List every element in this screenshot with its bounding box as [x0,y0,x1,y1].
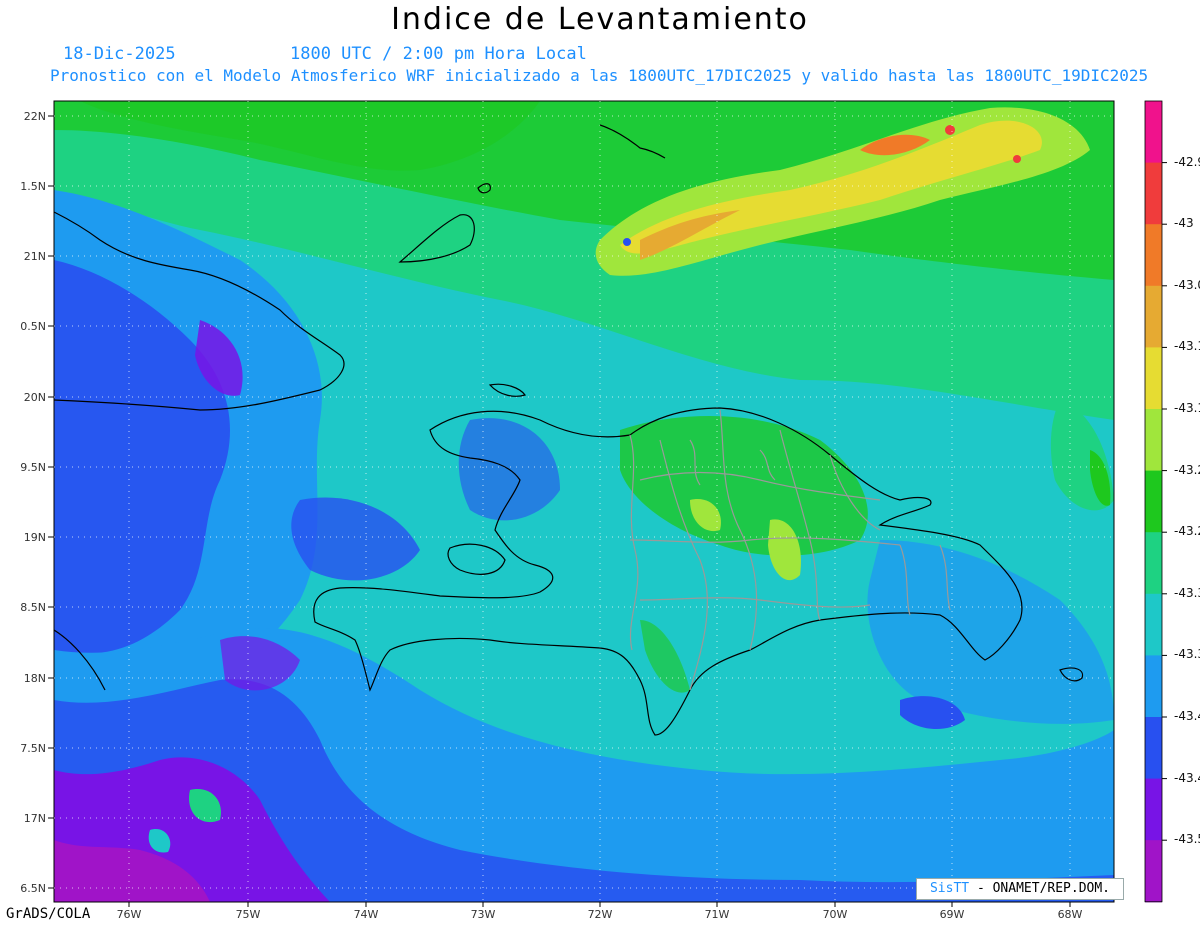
legend-label: -43 [1174,216,1194,231]
lon-tick-label: 70W [823,908,848,921]
lat-tick-label: 1.5N [20,180,46,193]
legend-label: -43.2 [1174,524,1200,539]
longitude-ticks: 76W 75W 74W 73W 72W 71W 70W 69W 68W [117,902,1083,921]
legend-swatch [1145,655,1162,718]
legend-label: -43.5 [1174,832,1200,847]
legend-swatch [1145,101,1162,164]
legend-swatch [1145,593,1162,656]
lat-tick-label: 9.5N [20,461,46,474]
lat-tick-label: 17N [24,812,46,825]
legend-swatch [1145,840,1162,903]
lon-tick-label: 74W [354,908,379,921]
legend-swatch [1145,285,1162,348]
legend-swatch [1145,347,1162,410]
legend-label: -43.2 [1174,462,1200,477]
legend-label: -43.4 [1174,770,1200,785]
legend-label: -43.4 [1174,709,1200,723]
legend-label: -42.9 [1174,154,1200,169]
lon-tick-label: 71W [705,908,730,921]
legend-label: -43.1 [1174,339,1200,354]
map-figure: 22N 1.5N 21N 0.5N 20N 9.5N 19N 8.5N 18N 7.5N 17N 6.… [20,100,1167,921]
onamet-text: - ONAMET/REP.DOM. [976,881,1111,896]
legend-swatch [1145,224,1162,287]
lat-tick-label: 20N [24,391,46,404]
lon-tick-label: 75W [236,908,261,921]
forecast-date: 18-Dic-2025 [63,44,176,64]
lat-tick-label: 8.5N [20,601,46,614]
lat-tick-label: 0.5N [20,320,46,333]
map-title: Indice de Levantamiento [391,2,809,37]
legend-label: -43.3 [1174,585,1200,600]
lon-tick-label: 73W [471,908,496,921]
lon-tick-label: 69W [940,908,965,921]
sistt-brand: SisTT [929,881,970,896]
lat-tick-label: 18N [24,672,46,685]
legend-label: -43.3 [1174,647,1200,662]
lon-tick-label: 76W [117,908,142,921]
legend-swatch [1145,717,1162,780]
lifted-index-field [54,101,1114,902]
lat-tick-label: 7.5N [20,742,46,755]
lat-tick-label: 22N [24,110,46,123]
lon-tick-label: 72W [588,908,613,921]
lat-tick-label: 21N [24,250,46,263]
legend-label: -43.0 [1174,277,1200,292]
legend-swatch [1145,409,1162,472]
legend-swatch [1145,162,1162,225]
grads-credit: GrADS/COLA [6,906,91,922]
forecast-note: Pronostico con el Modelo Atmosferico WRF… [50,66,1149,85]
lon-tick-label: 68W [1058,908,1083,921]
color-legend [1144,100,1167,903]
lat-tick-label: 6.5N [20,882,46,895]
legend-swatch [1145,778,1162,841]
legend-swatch [1145,470,1162,533]
latitude-ticks: 22N 1.5N 21N 0.5N 20N 9.5N 19N 8.5N 18N 7.5N 17N 6.… [20,110,54,895]
forecast-time: 1800 UTC / 2:00 pm Hora Local [290,44,587,64]
lat-tick-label: 19N [24,531,46,544]
legend-swatch [1145,532,1162,595]
onamet-credit: SisTT - ONAMET/REP.DOM. [916,878,1124,900]
legend-label: -43.1 [1174,401,1200,415]
